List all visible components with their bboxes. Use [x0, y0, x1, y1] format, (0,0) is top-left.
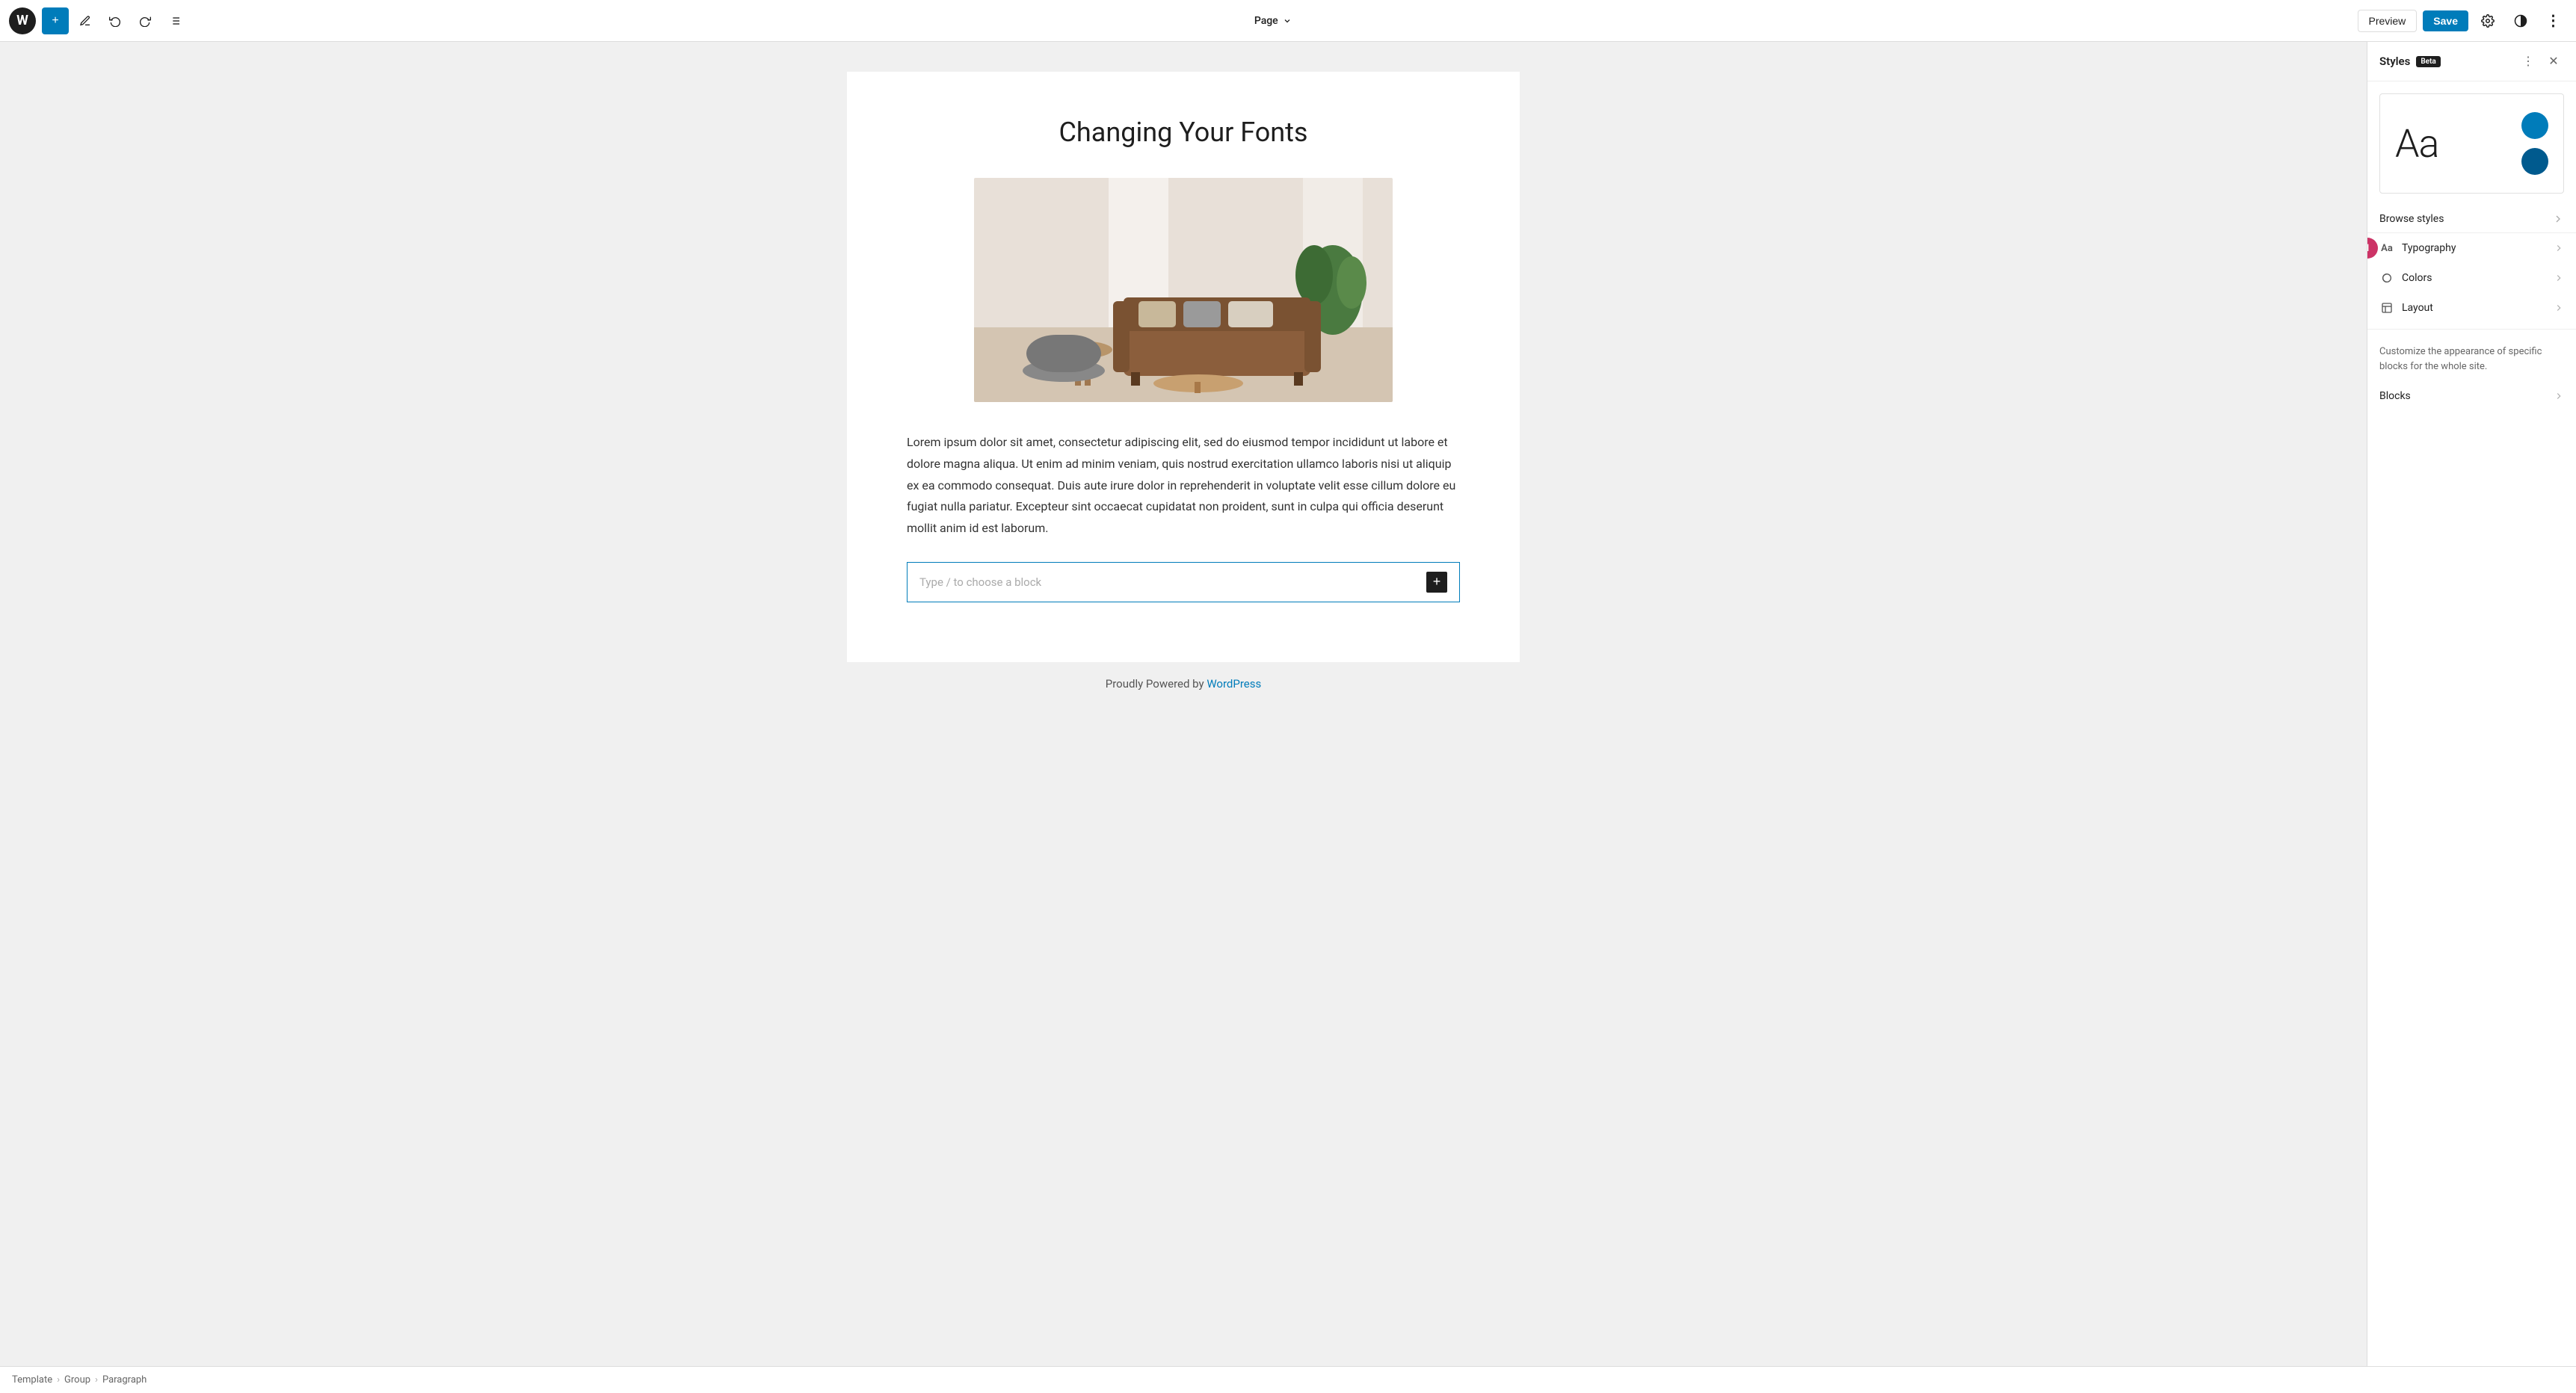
undo-button[interactable] — [102, 7, 129, 34]
hero-image — [974, 178, 1393, 402]
settings-button[interactable] — [2474, 7, 2501, 34]
save-button[interactable]: Save — [2423, 10, 2468, 31]
typography-label: Typography — [2402, 242, 2456, 254]
preview-color-secondary — [2521, 148, 2548, 175]
pen-tool-button[interactable] — [72, 7, 99, 34]
page-title: Changing Your Fonts — [907, 117, 1460, 148]
breadcrumb-group[interactable]: Group — [64, 1374, 90, 1386]
blocks-description: Customize the appearance of specific blo… — [2367, 336, 2576, 383]
sidebar-header-right: ⋮ ✕ — [2518, 51, 2564, 72]
toolbar: W + Page Preview Save ⋮ — [0, 0, 2576, 42]
page-indicator[interactable]: Page — [191, 15, 2355, 27]
blocks-label: Blocks — [2379, 390, 2411, 402]
typography-nav-item[interactable]: Aa Typography — [2367, 233, 2576, 263]
sidebar-divider-1 — [2367, 329, 2576, 330]
layout-label: Layout — [2402, 302, 2433, 314]
blocks-nav-item[interactable]: Blocks — [2367, 383, 2576, 410]
colors-chevron-icon — [2554, 273, 2564, 283]
styles-sidebar: Styles Beta ⋮ ✕ Aa Browse styles 1 — [2367, 42, 2576, 1366]
block-add-button[interactable]: + — [1426, 572, 1447, 593]
colors-icon — [2379, 271, 2394, 285]
breadcrumb-sep-2: › — [95, 1374, 98, 1386]
block-input-area[interactable]: Type / to choose a block + — [907, 562, 1460, 602]
typography-nav-left: Aa Typography — [2379, 241, 2456, 256]
sidebar-header-left: Styles Beta — [2379, 55, 2441, 68]
sidebar-header: Styles Beta ⋮ ✕ — [2367, 42, 2576, 81]
beta-badge: Beta — [2416, 56, 2440, 67]
list-view-button[interactable] — [161, 7, 188, 34]
sidebar-title: Styles — [2379, 55, 2410, 68]
layout-icon — [2379, 300, 2394, 315]
sidebar-close-button[interactable]: ✕ — [2543, 51, 2564, 72]
breadcrumb-sep-1: › — [57, 1374, 60, 1386]
blocks-nav-left: Blocks — [2379, 390, 2411, 402]
preview-color-primary — [2521, 112, 2548, 139]
layout-chevron-icon — [2554, 303, 2564, 313]
sidebar-more-button[interactable]: ⋮ — [2518, 51, 2539, 72]
colors-nav-left: Colors — [2379, 271, 2432, 285]
colors-label: Colors — [2402, 272, 2432, 284]
blocks-chevron-icon — [2554, 391, 2564, 401]
add-block-button[interactable]: + — [42, 7, 69, 34]
redo-button[interactable] — [132, 7, 158, 34]
preview-button[interactable]: Preview — [2358, 10, 2418, 32]
preview-colors — [2521, 112, 2548, 175]
typography-row-wrapper: 1 Aa Typography — [2367, 233, 2576, 263]
breadcrumb: Template › Group › Paragraph — [0, 1366, 2576, 1393]
more-options-button[interactable]: ⋮ — [2540, 7, 2567, 34]
main-area: Changing Your Fonts — [0, 42, 2576, 1366]
browse-styles-item[interactable]: Browse styles — [2367, 206, 2576, 233]
breadcrumb-paragraph[interactable]: Paragraph — [102, 1374, 147, 1386]
wp-logo-icon[interactable]: W — [9, 7, 36, 34]
breadcrumb-template[interactable]: Template — [12, 1374, 52, 1386]
typography-chevron-icon — [2554, 243, 2564, 253]
layout-nav-item[interactable]: Layout — [2367, 293, 2576, 323]
browse-styles-label: Browse styles — [2379, 213, 2444, 225]
dark-mode-toggle[interactable] — [2507, 7, 2534, 34]
page-content: Changing Your Fonts — [847, 72, 1520, 662]
footer-link[interactable]: WordPress — [1207, 677, 1261, 691]
colors-nav-item[interactable]: Colors — [2367, 263, 2576, 293]
toolbar-right: Preview Save ⋮ — [2358, 7, 2568, 34]
typography-icon: Aa — [2379, 241, 2394, 256]
preview-typography: Aa — [2395, 121, 2438, 167]
block-placeholder: Type / to choose a block — [919, 575, 1041, 589]
layout-nav-left: Layout — [2379, 300, 2433, 315]
style-preview: Aa — [2379, 93, 2564, 194]
footer: Proudly Powered by WordPress — [1106, 662, 1261, 705]
browse-styles-chevron-icon — [2552, 213, 2564, 225]
page-body-text: Lorem ipsum dolor sit amet, consectetur … — [907, 432, 1460, 540]
editor-canvas[interactable]: Changing Your Fonts — [0, 42, 2367, 1366]
